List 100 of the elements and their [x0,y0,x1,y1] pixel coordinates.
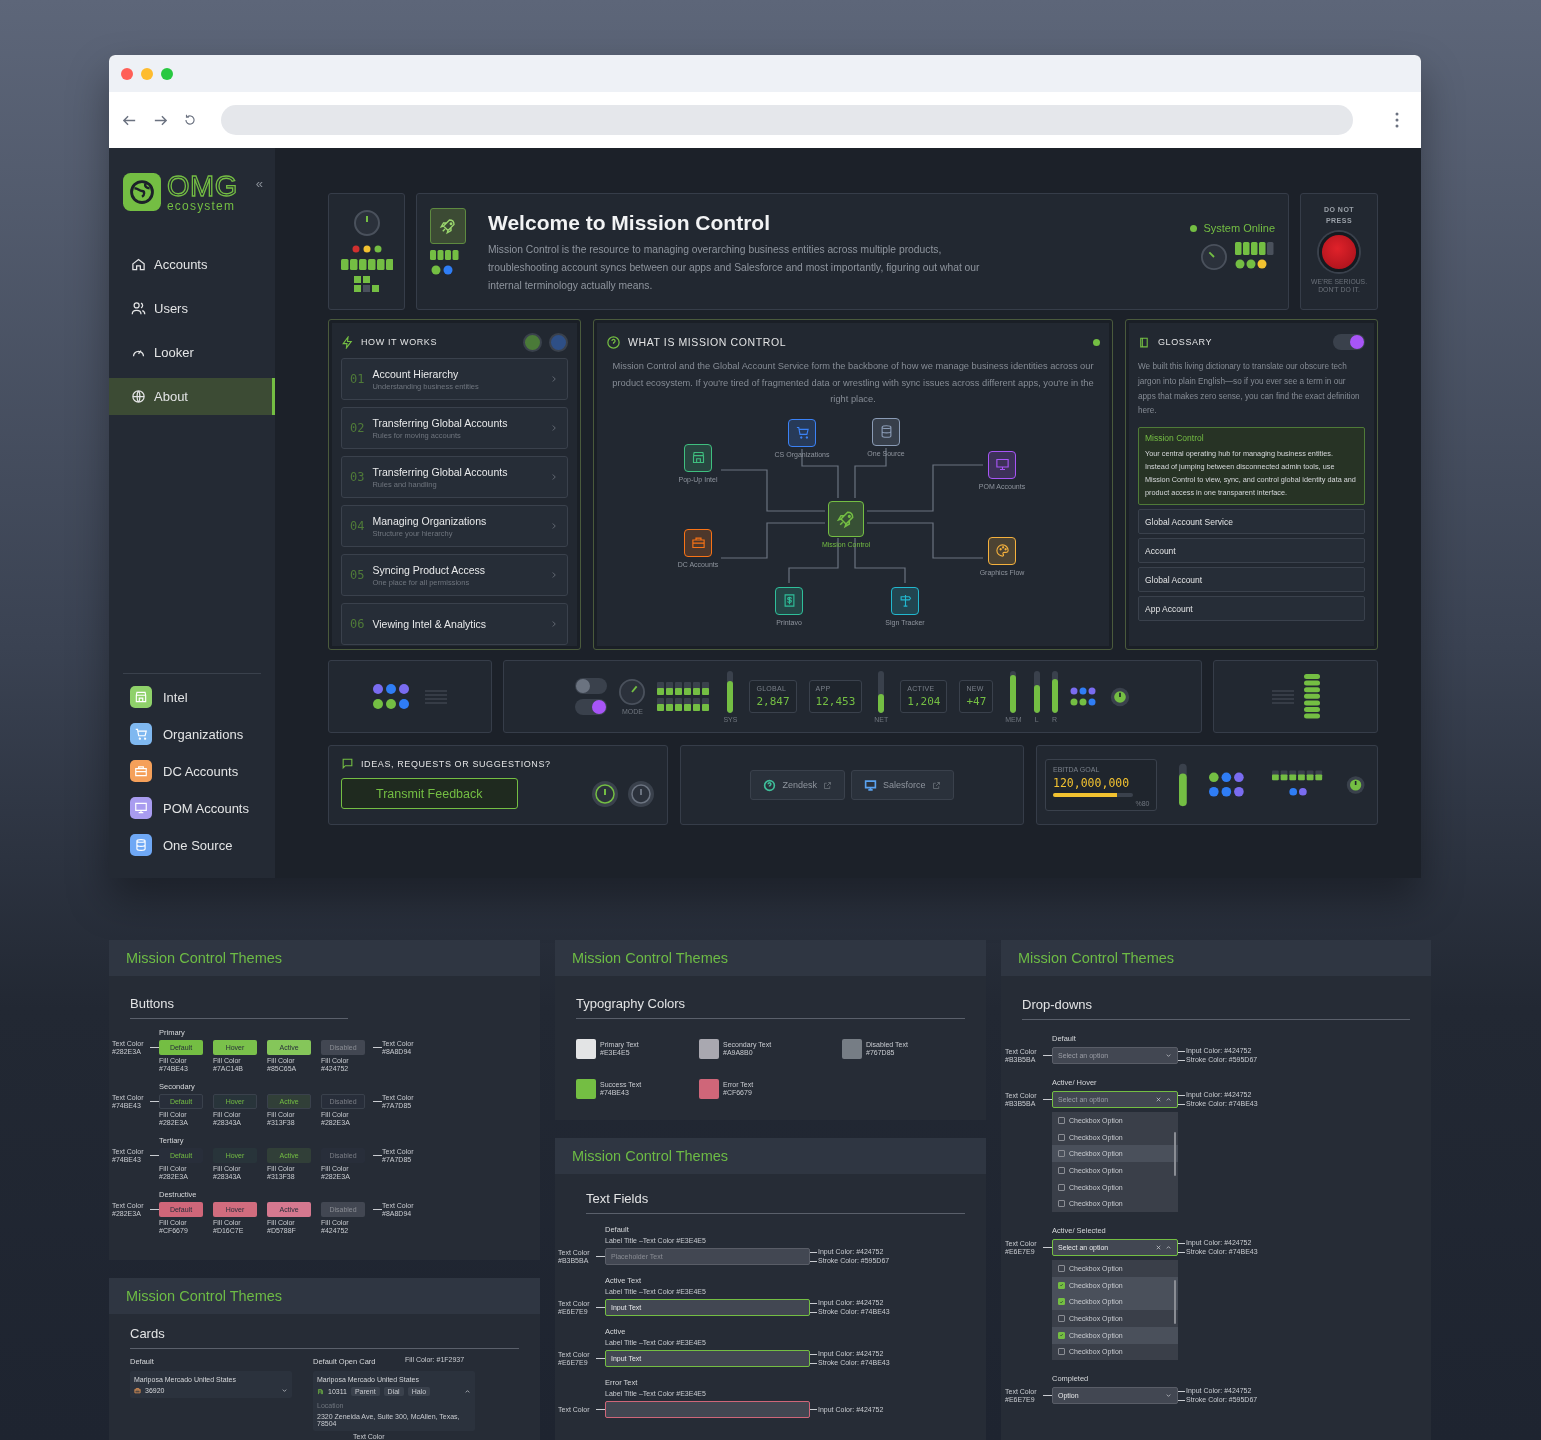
checkbox[interactable] [1058,1331,1065,1339]
power-knob-icon[interactable] [1109,686,1130,707]
theme-heading: Mission Control Themes [126,1288,283,1304]
signpost-icon[interactable] [891,586,919,615]
checkbox[interactable] [1058,1315,1065,1323]
knob-icon [353,210,380,236]
logo-tagline: ecosystem [167,200,237,212]
users-icon [131,301,146,316]
leader-line [596,1307,605,1308]
leader-line [810,1311,817,1313]
external-link[interactable]: Zendesk [750,770,845,800]
checkbox[interactable] [1058,1281,1065,1289]
monitor-icon[interactable] [988,450,1016,479]
app-link[interactable]: Intel [123,686,261,708]
toggle-switch[interactable] [575,678,608,694]
status-dot [1190,224,1198,232]
leader-line [1178,1050,1185,1052]
input-field[interactable] [605,1401,810,1418]
scrollbar[interactable] [1174,1280,1176,1325]
step-title: Syncing Product Access [372,563,487,576]
checkbox[interactable] [1058,1150,1065,1158]
app-link[interactable]: POM Accounts [123,797,261,819]
stat-value: 2,847 [756,695,790,708]
external-link[interactable]: Salesforce [851,770,954,800]
leader-line [810,1362,817,1364]
chevron-down-icon [1165,1052,1172,1059]
globe-icon [131,389,146,404]
status-light [549,332,568,352]
status-dot [1093,338,1100,346]
chevron-up-icon[interactable] [464,1388,471,1395]
clear-icon[interactable] [1155,1096,1162,1103]
section-title: Text Fields [586,1191,965,1214]
checkbox[interactable] [1058,1133,1065,1141]
power-button[interactable] [627,779,655,808]
emergency-button[interactable] [1319,232,1359,272]
glossary-term[interactable]: Account [1138,538,1365,564]
briefcase-icon[interactable] [684,528,712,557]
step-title: Managing Organizations [372,514,488,527]
section-title: Typography Colors [576,996,965,1019]
nav-item[interactable]: Users [109,290,275,327]
checkbox[interactable] [1058,1116,1065,1124]
app-link[interactable]: One Source [123,834,261,856]
chevron-down-icon [1165,1392,1172,1400]
power-knob-icon[interactable] [1345,775,1365,795]
reload-icon[interactable] [183,113,197,127]
checkbox[interactable] [1058,1298,1065,1306]
leader-line [373,1047,382,1048]
checkbox[interactable] [1058,1166,1065,1174]
panel-title: GLOSSARY [1158,337,1213,347]
feedback-button[interactable]: Transmit Feedback [341,778,518,809]
checkbox[interactable] [1058,1200,1065,1208]
step-card[interactable]: 06 Viewing Intel & Analytics [341,603,568,645]
rocket-icon [430,208,466,244]
chat-icon [341,757,354,770]
toggle-switch[interactable] [1333,334,1365,350]
store-icon[interactable] [684,443,712,472]
leader-line [150,1155,159,1156]
dollar-icon[interactable] [775,586,803,615]
nav-item[interactable]: Looker [109,334,275,371]
chevron-down-icon[interactable] [281,1387,288,1394]
glossary-term[interactable]: Global Account [1138,567,1365,593]
welcome-description: Mission Control is the resource to managing overarching business entities across multiple products, troubleshooting account syncs between our apps and Salesforce and most importantly, figuring out what our internal terminology actually means. [488,243,981,293]
database-icon[interactable] [872,417,900,446]
step-title: Transferring Global Accounts [372,416,509,429]
nav-item[interactable]: Accounts [109,246,275,283]
step-number: 01 [350,372,365,386]
window-close-button[interactable] [121,67,133,80]
checkbox[interactable] [1058,1183,1065,1191]
leader-line [1043,1247,1052,1249]
collapse-button[interactable]: « [255,176,263,191]
app-link[interactable]: DC Accounts [123,760,261,782]
scrollbar[interactable] [1174,1132,1176,1176]
toggle-switch[interactable] [575,699,608,715]
leader-line [150,1209,159,1210]
cart-icon[interactable] [788,418,816,447]
app-link[interactable]: Organizations [123,723,261,745]
panel-title: HOW IT WORKS [361,337,438,347]
checkbox[interactable] [1058,1264,1065,1272]
theme-heading: Mission Control Themes [1018,950,1175,966]
leader-line [1178,1103,1185,1105]
glossary-term[interactable]: App Account [1138,596,1365,622]
led-panel-drawing [340,245,393,293]
more-options-icon[interactable] [1395,112,1399,128]
palette-icon[interactable] [988,536,1016,565]
knob-icon[interactable] [619,678,646,705]
welcome-title: Welcome to Mission Control [488,211,771,235]
glossary-term[interactable]: Global Account Service [1138,509,1365,535]
leader-line [150,1047,159,1048]
rocket-icon[interactable] [828,500,864,537]
window-maximize-button[interactable] [161,67,173,80]
logo-wordmark: OMG [167,172,238,200]
leader-line [810,1260,817,1262]
clear-icon[interactable] [1155,1244,1162,1252]
goal-value: 120,000,000 [1053,776,1131,790]
leader-line [1043,1099,1052,1100]
nav-item[interactable]: About [109,378,275,415]
power-button[interactable] [591,779,619,808]
glossary-term-title: Mission Control [1145,433,1205,444]
leader-line [810,1251,817,1253]
checkbox[interactable] [1058,1348,1065,1356]
